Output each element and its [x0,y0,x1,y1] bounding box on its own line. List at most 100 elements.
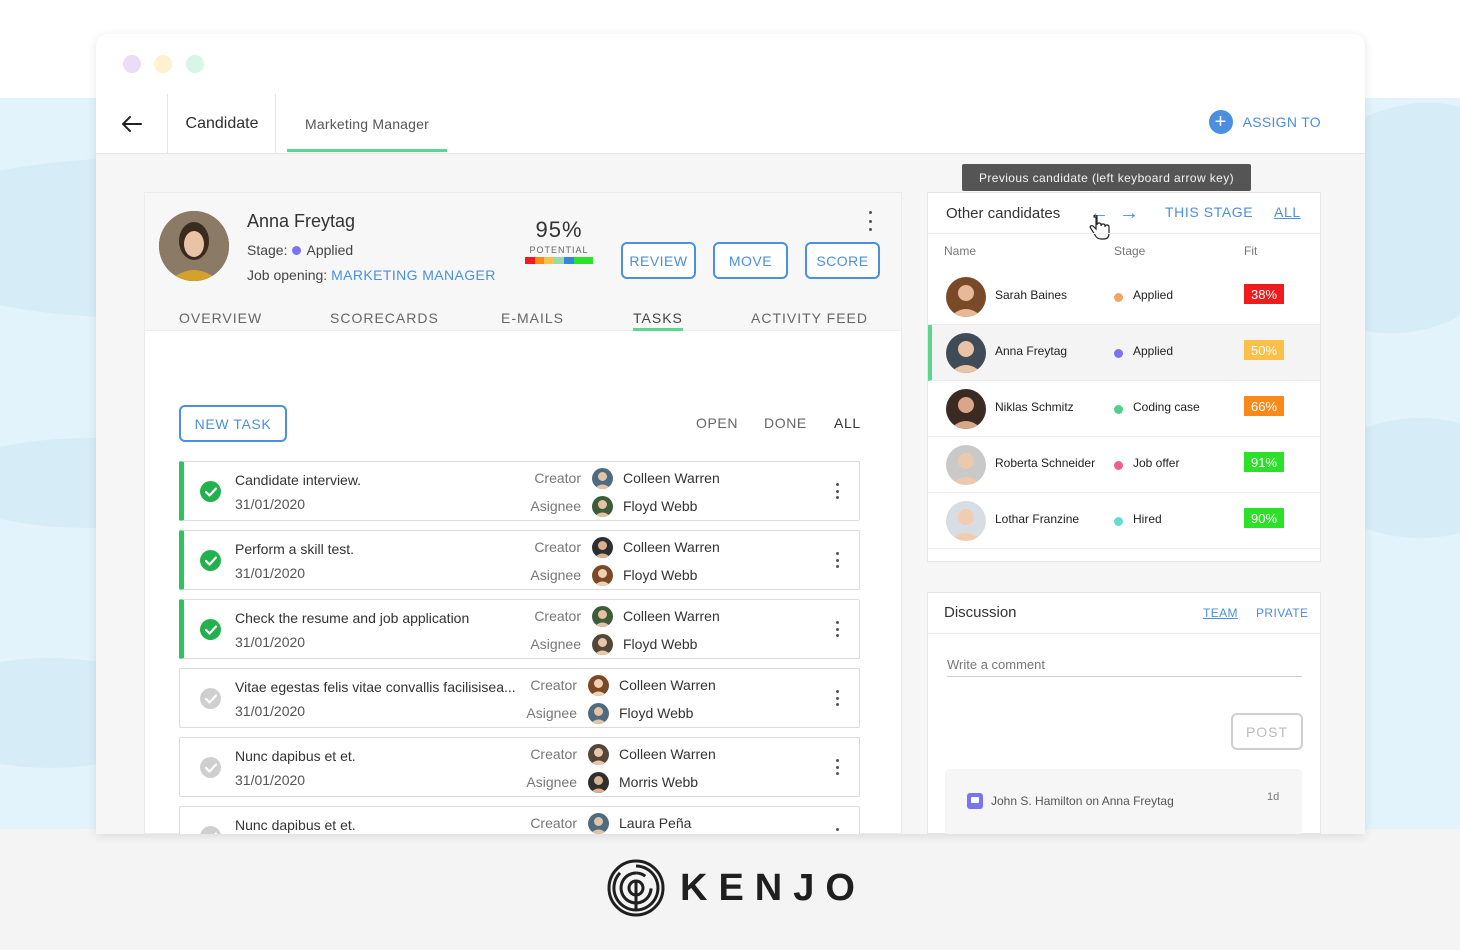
tab-tasks[interactable]: TASKS [633,310,683,326]
creator-name: Colleen Warren [619,746,716,762]
check-circle-icon[interactable] [200,550,221,571]
avatar [946,445,986,485]
stage-label: Stage: [247,242,288,258]
creator-label: Creator [530,815,577,831]
assignee-name: Floyd Webb [623,636,698,652]
more-options-icon[interactable] [832,483,842,499]
assignee-label: Asignee [530,636,581,652]
more-options-icon[interactable] [832,690,842,706]
window-dot-close[interactable] [123,55,141,73]
review-button[interactable]: REVIEW [621,242,696,279]
discussion-panel: Discussion TEAM PRIVATE POST John S. Ham… [927,592,1321,834]
task-row[interactable]: Nunc dapibus et et.31/01/2020CreatorAsig… [179,737,860,797]
discussion-title: Discussion [944,604,1017,621]
post-button[interactable]: POST [1231,713,1303,750]
window-dot-minimize[interactable] [154,55,172,73]
kenjo-logo-icon [607,859,665,917]
kenjo-logo: KENJO [606,858,866,918]
task-row[interactable]: Vitae egestas felis vitae convallis faci… [179,668,860,728]
task-title: Nunc dapibus et et. [235,817,356,833]
top-navigation: Candidate Marketing Manager + ASSIGN TO [96,94,1365,154]
filter-all[interactable]: ALL [834,415,861,431]
check-circle-empty-icon[interactable] [200,757,221,778]
creator-name: Colleen Warren [619,677,716,693]
stage-dot [292,245,302,255]
candidate-name: Roberta Schneider [995,456,1096,470]
more-options-icon[interactable] [832,621,842,637]
nav-candidate[interactable]: Candidate [169,94,276,153]
candidate-name: Anna Freytag [995,344,1068,358]
more-options-icon[interactable] [865,211,875,231]
discussion-activity-item[interactable]: John S. Hamilton on Anna Freytag 1d [945,769,1302,834]
job-opening-link[interactable]: MARKETING MANAGER [331,267,496,283]
avatar [592,606,613,627]
fit-badge: 66% [1244,396,1284,416]
more-options-icon[interactable] [832,552,842,568]
candidate-stage: Applied [1133,288,1174,302]
filter-all-candidates[interactable]: ALL [1274,204,1301,220]
tab-private[interactable]: PRIVATE [1256,606,1308,620]
tab-job-opening[interactable]: Marketing Manager [287,94,447,153]
stage-dot [1114,349,1123,358]
task-row[interactable]: Perform a skill test. 31/01/2020 Creator As… [179,530,860,590]
activity-text: John S. Hamilton on Anna Freytag [991,794,1174,808]
candidate-row[interactable]: Roberta Schneider Job offer 91% [928,437,1320,493]
tab-overview[interactable]: OVERVIEW [179,310,262,326]
job-label: Job opening: [247,267,328,283]
filter-open[interactable]: OPEN [696,415,738,431]
tab-scorecards[interactable]: SCORECARDS [330,310,439,326]
assignee-name: Morris Webb [619,774,699,790]
fit-badge: 50% [1244,340,1284,360]
check-circle-empty-icon[interactable] [200,826,221,834]
creator-name: Colleen Warren [623,539,720,555]
filter-this-stage[interactable]: THIS STAGE [1165,204,1253,220]
task-date: 31/01/2020 [235,703,306,719]
avatar [588,744,609,765]
candidate-row[interactable]: Niklas Schmitz Coding case 66% [928,381,1320,437]
avatar [592,496,613,517]
filter-done[interactable]: DONE [764,415,807,431]
check-circle-icon[interactable] [200,619,221,640]
avatar [592,634,613,655]
tab-emails[interactable]: E-MAILS [501,310,564,326]
tab-team[interactable]: TEAM [1203,606,1238,620]
new-task-button[interactable]: NEW TASK [179,405,287,442]
task-row[interactable]: Candidate interview. 31/01/2020 Creator Asi… [179,461,860,521]
comment-input[interactable] [947,655,1302,677]
candidate-name: Lothar Franzine [995,512,1080,526]
more-options-icon[interactable] [832,759,842,775]
activity-time: 1d [1267,791,1280,803]
avatar [946,501,986,541]
fit-badge: 38% [1244,284,1284,304]
fit-badge: 90% [1244,508,1284,528]
candidate-stage: Coding case [1133,400,1200,414]
next-candidate-arrow-icon[interactable]: → [1119,203,1139,223]
check-circle-empty-icon[interactable] [200,688,221,709]
candidate-row[interactable]: Lothar Franzine Hired 90% [928,493,1320,549]
tooltip: Previous candidate (left keyboard arrow … [962,164,1251,191]
stage-value: Applied [306,242,354,258]
score-button[interactable]: SCORE [805,242,880,279]
task-title: Vitae egestas felis vitae convallis faci… [235,679,516,695]
assignee-name: Floyd Webb [619,705,694,721]
candidate-card: Anna Freytag Stage: Applied Job opening:… [144,192,902,834]
tab-activity-feed[interactable]: ACTIVITY FEED [751,310,868,326]
assign-to-button[interactable]: + ASSIGN TO [1208,110,1321,134]
window-dot-maximize[interactable] [186,55,204,73]
check-circle-icon[interactable] [200,481,221,502]
more-options-icon[interactable] [832,828,842,834]
move-button[interactable]: MOVE [713,242,788,279]
potential-score: 95% POTENTIAL [523,217,595,264]
candidate-stage: Hired [1133,512,1162,526]
back-button[interactable] [96,94,168,153]
task-row[interactable]: Check the resume and job application 31/0… [179,599,860,659]
assignee-label: Asignee [530,498,581,514]
assignee-label: Asignee [526,774,577,790]
candidate-name: Niklas Schmitz [995,400,1074,414]
candidate-row[interactable]: Anna Freytag Applied 50% [928,325,1320,381]
task-row[interactable]: Nunc dapibus et et.31/01/2020CreatorAsig… [179,806,860,834]
stage-dot [1114,293,1123,302]
candidate-row[interactable]: Sarah Baines Applied 38% [928,269,1320,325]
creator-label: Creator [534,608,581,624]
creator-name: Laura Peña [619,815,692,831]
